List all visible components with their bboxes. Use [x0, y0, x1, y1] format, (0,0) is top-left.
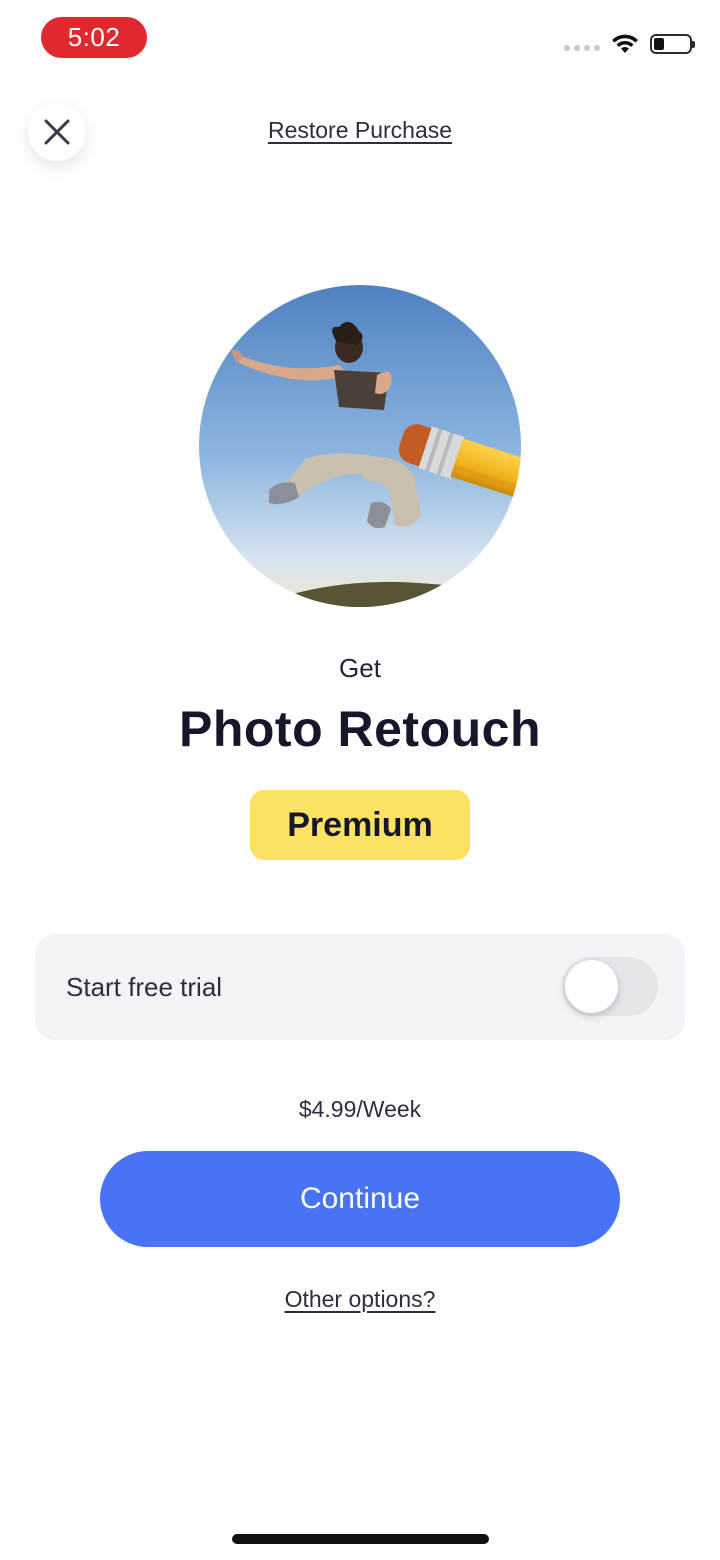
retouch-photo-illustration	[199, 285, 521, 607]
app-title: Photo Retouch	[178, 701, 542, 757]
battery-icon	[650, 34, 695, 54]
home-indicator[interactable]	[232, 1534, 489, 1544]
get-label: Get	[339, 653, 381, 683]
paywall-screen: 5:02 Restore Purchase Get Photo Retouch …	[0, 0, 720, 1560]
free-trial-label: Start free trial	[66, 972, 223, 1002]
other-options-container: Other options?	[0, 1286, 720, 1313]
signal-dots-icon	[564, 45, 600, 51]
wifi-icon	[612, 34, 638, 53]
free-trial-row[interactable]: Start free trial	[35, 934, 685, 1040]
other-options-link[interactable]: Other options?	[285, 1286, 436, 1312]
status-time: 5:02	[41, 17, 147, 58]
restore-purchase-container: Restore Purchase	[0, 117, 720, 144]
status-icons	[564, 28, 695, 60]
restore-purchase-link[interactable]: Restore Purchase	[268, 117, 452, 143]
continue-button[interactable]: Continue	[100, 1151, 620, 1247]
free-trial-toggle[interactable]	[562, 957, 658, 1016]
hero-image	[199, 285, 521, 607]
toggle-knob	[565, 960, 618, 1013]
premium-badge: Premium	[250, 790, 470, 860]
price-label: $4.99/Week	[298, 1096, 422, 1122]
